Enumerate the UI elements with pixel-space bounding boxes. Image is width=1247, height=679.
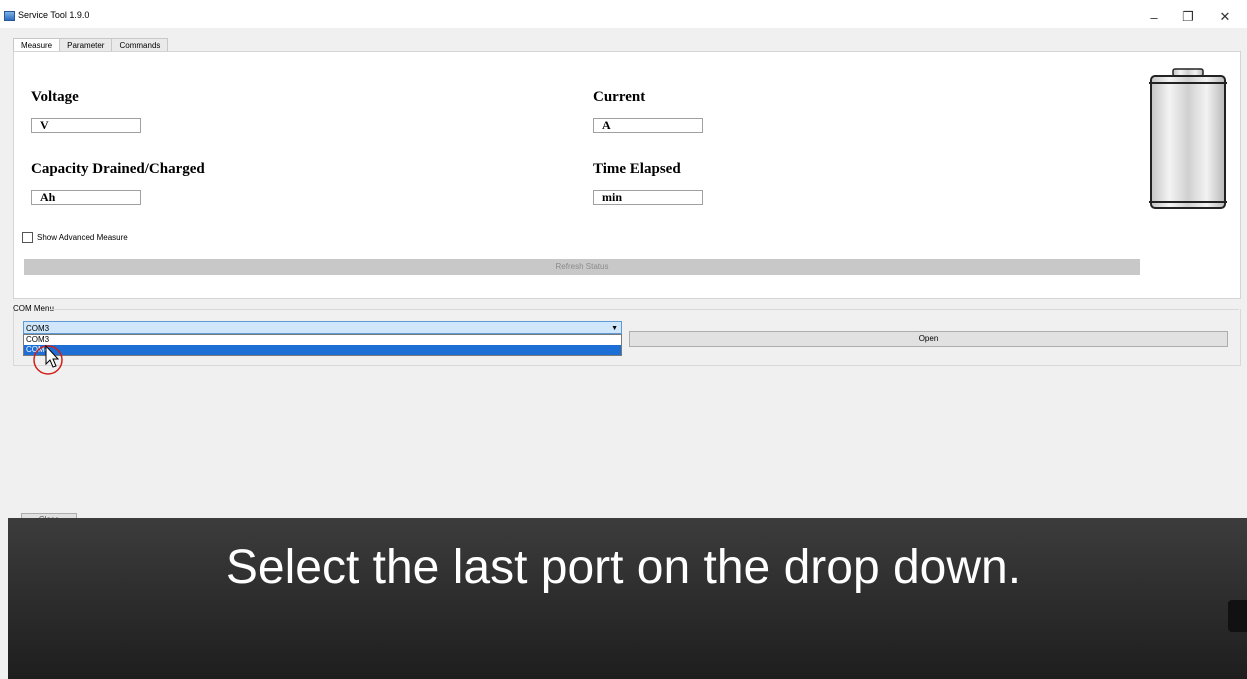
- side-tab: [1228, 600, 1247, 632]
- minimize-button[interactable]: –: [1137, 6, 1171, 28]
- advanced-measure-row[interactable]: Show Advanced Measure: [22, 232, 128, 243]
- capacity-label: Capacity Drained/Charged: [31, 161, 205, 177]
- refresh-status-button[interactable]: Refresh Status: [24, 259, 1140, 275]
- tab-commands[interactable]: Commands: [111, 38, 169, 52]
- time-elapsed-field: min: [593, 190, 703, 205]
- advanced-measure-label: Show Advanced Measure: [37, 233, 128, 242]
- tab-bar: Measure Parameter Commands: [13, 38, 169, 53]
- current-field: A: [593, 118, 703, 133]
- voltage-label: Voltage: [31, 89, 79, 105]
- caption-text: Select the last port on the drop down.: [225, 541, 1022, 594]
- battery-icon: [1149, 68, 1227, 209]
- time-elapsed-label: Time Elapsed: [593, 161, 681, 177]
- window-title: Service Tool 1.9.0: [18, 10, 90, 20]
- dropdown-option-com4[interactable]: COM4: [24, 345, 621, 355]
- title-bar: Service Tool 1.9.0 – ❐ ✕: [0, 6, 1247, 28]
- maximize-button[interactable]: ❐: [1171, 6, 1205, 28]
- open-port-button[interactable]: Open: [629, 331, 1228, 347]
- dropdown-option-com3[interactable]: COM3: [24, 335, 621, 345]
- com-port-select[interactable]: COM3 ▼: [23, 321, 622, 334]
- voltage-field: V: [31, 118, 141, 133]
- capacity-field: Ah: [31, 190, 141, 205]
- measure-panel: Voltage V Current A Capacity Drained/Cha…: [13, 51, 1241, 299]
- mouse-pointer-icon: [33, 344, 63, 375]
- tab-parameter[interactable]: Parameter: [59, 38, 113, 52]
- app-icon: [4, 11, 15, 21]
- close-window-button[interactable]: ✕: [1208, 6, 1242, 28]
- current-label: Current: [593, 89, 646, 105]
- advanced-measure-checkbox[interactable]: [22, 232, 33, 243]
- com-port-selected-value: COM3: [26, 324, 50, 333]
- com-port-dropdown-list: COM3 COM4: [23, 334, 622, 356]
